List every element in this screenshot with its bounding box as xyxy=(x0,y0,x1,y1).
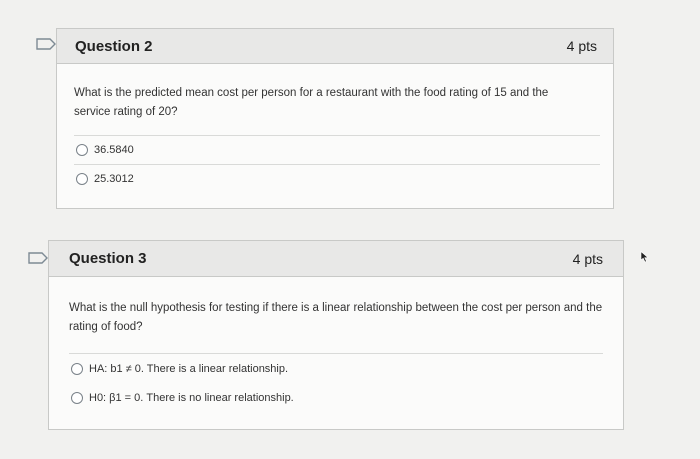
radio-button[interactable] xyxy=(76,144,88,156)
answer-option[interactable]: 25.3012 xyxy=(74,164,600,193)
question-3-card: Question 3 4 pts What is the null hypoth… xyxy=(48,240,624,430)
flag-question-3-icon[interactable] xyxy=(28,252,48,264)
radio-button[interactable] xyxy=(71,362,83,375)
question-3-points: 4 pts xyxy=(572,250,603,267)
question-3-title: Question 3 xyxy=(69,250,147,267)
answer-label: 25.3012 xyxy=(94,173,134,185)
radio-button[interactable] xyxy=(76,173,88,185)
mouse-pointer-icon xyxy=(640,250,649,268)
question-2-points: 4 pts xyxy=(566,38,597,54)
flag-question-2-icon[interactable] xyxy=(36,38,56,50)
radio-button[interactable] xyxy=(71,392,83,404)
question-3-header: Question 3 4 pts xyxy=(49,241,623,277)
answer-label: HA: b1 ≠ 0. There is a linear relationsh… xyxy=(89,362,289,375)
answer-label: 36.5840 xyxy=(94,144,134,156)
answer-option[interactable]: 36.5840 xyxy=(74,135,600,164)
question-2-card: Question 2 4 pts What is the predicted m… xyxy=(56,28,614,209)
answer-option[interactable]: H0: β1 = 0. There is no linear relations… xyxy=(69,383,603,413)
question-2-text: What is the predicted mean cost per pers… xyxy=(74,87,549,118)
question-2-title: Question 2 xyxy=(75,37,153,55)
question-3-text: What is the null hypothesis for testing … xyxy=(69,302,603,333)
answer-label: H0: β1 = 0. There is no linear relations… xyxy=(89,392,294,404)
answer-option[interactable]: HA: b1 ≠ 0. There is a linear relationsh… xyxy=(69,353,603,383)
question-2-answers: 36.5840 25.3012 xyxy=(74,135,600,193)
question-3-answers: HA: b1 ≠ 0. There is a linear relationsh… xyxy=(69,353,603,413)
question-2-header: Question 2 4 pts xyxy=(57,29,613,64)
